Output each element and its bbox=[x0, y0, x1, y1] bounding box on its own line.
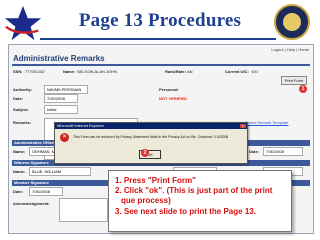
select-remark-template-link[interactable]: Select Remark Template bbox=[245, 120, 289, 125]
callout-1: 1 bbox=[299, 85, 307, 93]
personnel-label: Personnel bbox=[159, 87, 179, 92]
instruction-step-2: 2. Click "ok". (This is just part of the… bbox=[115, 186, 273, 195]
error-icon: × bbox=[60, 133, 69, 142]
uic-value: 100 bbox=[251, 69, 258, 74]
acknowledgement-textarea[interactable] bbox=[59, 198, 108, 222]
witness-name[interactable]: BLUE, WILLIAM bbox=[29, 167, 91, 176]
remarks-label: Remarks: bbox=[13, 120, 32, 125]
member-date[interactable]: 7/30/2008 bbox=[29, 187, 63, 196]
admin-officer-date[interactable]: 7/30/2008 bbox=[263, 147, 303, 156]
rank-value: AN bbox=[187, 69, 193, 74]
slide-title: Page 13 Procedures bbox=[78, 10, 242, 31]
dialog-message: This Form can be enforced by Privacy Sta… bbox=[73, 135, 229, 139]
instructions-box: 1. Press "Print Form" 2. Click "ok". (Th… bbox=[108, 170, 292, 232]
instruction-step-1: 1. Press "Print Form" bbox=[115, 176, 196, 185]
close-icon[interactable]: × bbox=[240, 124, 246, 128]
acknowledgement-label: Acknowledgement: bbox=[13, 201, 50, 206]
top-links[interactable]: Logout | Help | Home bbox=[271, 47, 309, 52]
navy-seal-logo bbox=[274, 4, 310, 40]
print-form-button[interactable]: Print Form bbox=[281, 76, 307, 85]
subject-field[interactable]: Initial bbox=[44, 105, 78, 114]
name-label: Name: bbox=[63, 69, 76, 74]
date-label: Date: bbox=[13, 96, 24, 101]
rank-label: Rank/Rate: bbox=[165, 69, 186, 74]
not-verified-status: NOT VERIFIED bbox=[159, 96, 188, 101]
date-field[interactable]: 7/30/2008 bbox=[44, 94, 78, 103]
instruction-step-2-cont: que process) bbox=[121, 196, 171, 205]
ssn-value: 777001357 bbox=[25, 69, 46, 74]
name-value: NELSON,ALAN JOHN bbox=[77, 69, 118, 74]
authority-label: Authority: bbox=[13, 87, 33, 92]
uic-label: Current UIC: bbox=[225, 69, 249, 74]
page-title: Administrative Remarks bbox=[13, 54, 105, 63]
instruction-step-3: 3. See next slide to print the Page 13. bbox=[115, 207, 256, 216]
callout-2: 2 bbox=[141, 149, 149, 157]
subject-label: Subject: bbox=[13, 107, 29, 112]
authority-select[interactable]: NAVMILPERSMAN bbox=[44, 85, 88, 94]
title-underline bbox=[40, 38, 276, 40]
header-divider bbox=[12, 64, 310, 66]
dialog-title: Microsoft Internet Explorer bbox=[55, 123, 247, 129]
ssn-label: SSN: bbox=[13, 69, 23, 74]
ie-alert-dialog: Microsoft Internet Explorer × × This For… bbox=[54, 122, 248, 164]
